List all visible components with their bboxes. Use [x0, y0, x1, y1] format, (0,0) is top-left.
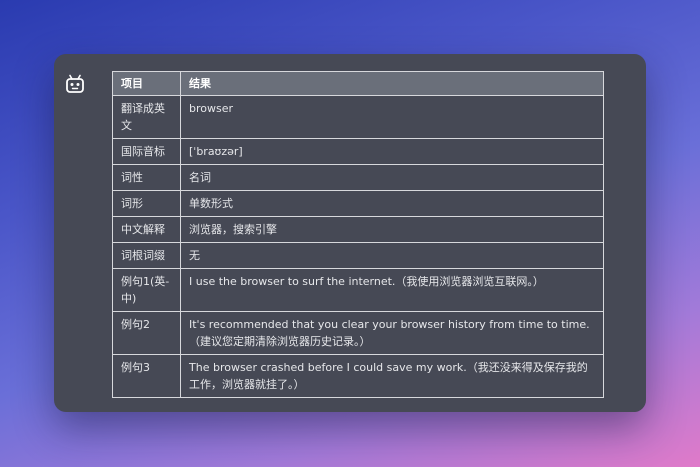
row-label: 例句3: [112, 354, 181, 398]
row-value: I use the browser to surf the internet.（…: [180, 268, 604, 312]
row-value: 名词: [180, 164, 604, 191]
table-row: 例句3 The browser crashed before I could s…: [112, 354, 604, 398]
row-value: 单数形式: [180, 190, 604, 217]
row-label: 词性: [112, 164, 181, 191]
table-row: 例句2 It's recommended that you clear your…: [112, 311, 604, 355]
column-header-result: 结果: [180, 71, 604, 96]
chat-message-card: 项目 结果 翻译成英文 browser 国际音标 [ˈbraʊzər] 词性 名…: [54, 54, 646, 412]
row-label: 例句2: [112, 311, 181, 355]
table-row: 翻译成英文 browser: [112, 95, 604, 139]
row-label: 词根词缀: [112, 242, 181, 269]
row-label: 词形: [112, 190, 181, 217]
row-value: The browser crashed before I could save …: [180, 354, 604, 398]
row-label: 中文解释: [112, 216, 181, 243]
table-row: 词形 单数形式: [112, 190, 604, 217]
table-row: 中文解释 浏览器，搜索引擎: [112, 216, 604, 243]
row-label: 翻译成英文: [112, 95, 181, 139]
robot-icon: [66, 74, 84, 93]
row-label: 例句1(英-中): [112, 268, 181, 312]
row-value: 浏览器，搜索引擎: [180, 216, 604, 243]
table-row: 词性 名词: [112, 164, 604, 191]
table-header-row: 项目 结果: [112, 71, 604, 96]
row-value: 无: [180, 242, 604, 269]
column-header-item: 项目: [112, 71, 181, 96]
table-row: 例句1(英-中) I use the browser to surf the i…: [112, 268, 604, 312]
table-row: 词根词缀 无: [112, 242, 604, 269]
row-label: 国际音标: [112, 138, 181, 165]
translation-result-table: 项目 结果 翻译成英文 browser 国际音标 [ˈbraʊzər] 词性 名…: [112, 71, 604, 398]
row-value: It's recommended that you clear your bro…: [180, 311, 604, 355]
row-value: browser: [180, 95, 604, 139]
table-row: 国际音标 [ˈbraʊzər]: [112, 138, 604, 165]
row-value: [ˈbraʊzər]: [180, 138, 604, 165]
